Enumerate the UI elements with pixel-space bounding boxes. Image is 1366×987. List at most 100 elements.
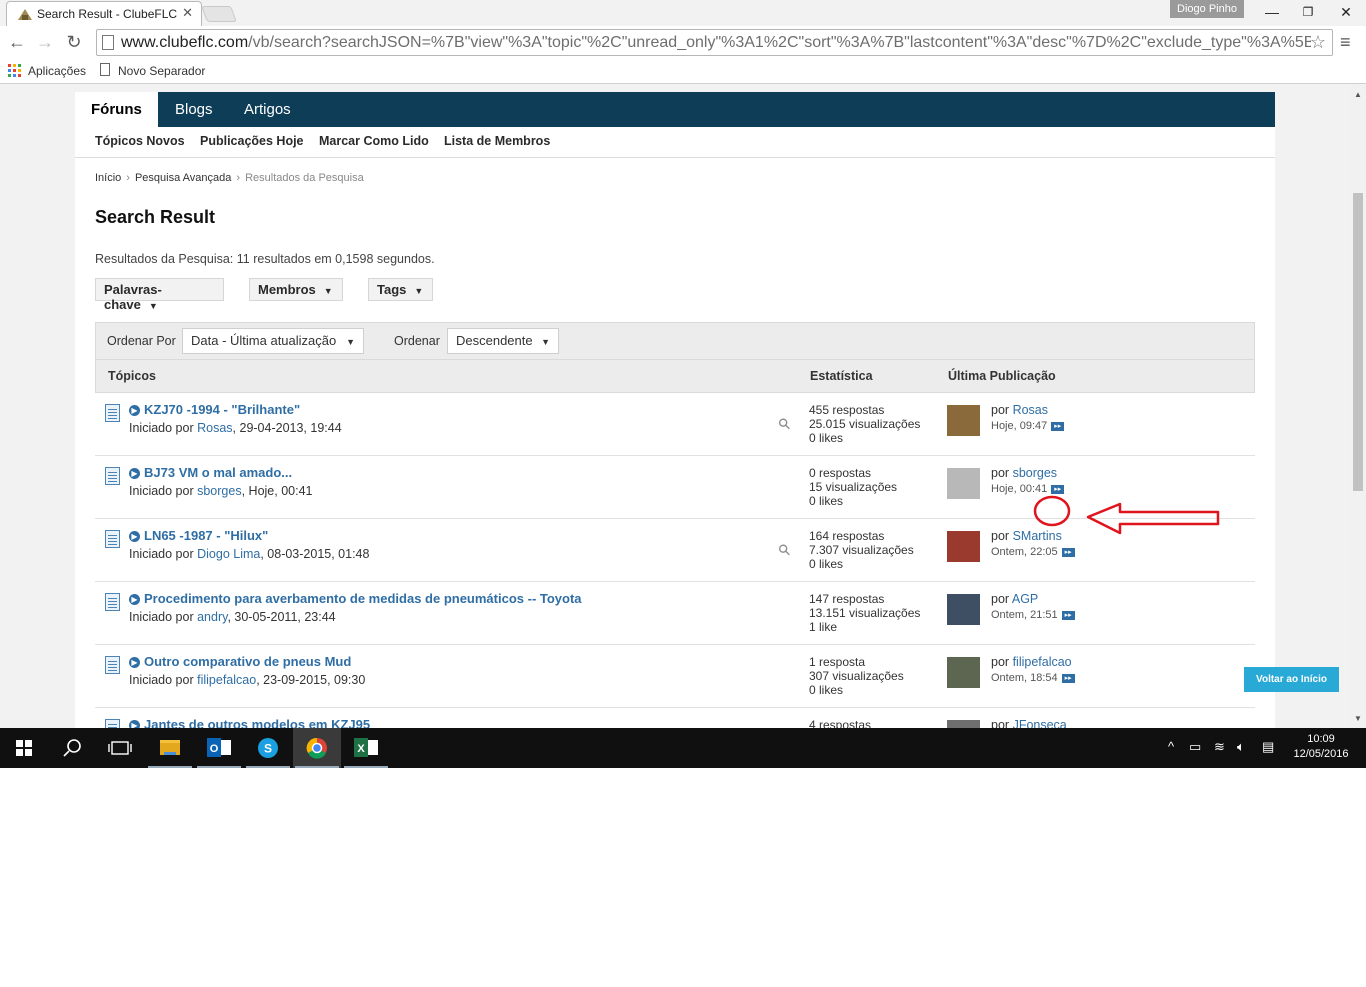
scroll-up-icon[interactable]: ▲ <box>1354 90 1362 99</box>
volume-icon[interactable]: 🔈︎ <box>1237 739 1245 755</box>
subnav-lista-membros[interactable]: Lista de Membros <box>444 134 550 148</box>
topic-author-link[interactable]: andry <box>197 610 227 624</box>
tab-foruns[interactable]: Fóruns <box>75 92 158 127</box>
topic-title-link[interactable]: Jantes de outros modelos em KZJ95 <box>144 717 370 728</box>
page-scrollbar[interactable]: ▲ ▼ <box>1350 85 1366 728</box>
subnav-publicacoes-hoje[interactable]: Publicações Hoje <box>200 134 304 148</box>
avatar[interactable] <box>947 468 980 499</box>
scroll-down-icon[interactable]: ▼ <box>1354 714 1362 723</box>
col-topicos: Tópicos <box>108 369 156 383</box>
topic-row: ▶ Outro comparativo de pneus Mud Iniciado … <box>95 645 1255 708</box>
topic-author-link[interactable]: Rosas <box>197 421 232 435</box>
avatar[interactable] <box>947 405 980 436</box>
topic-author-link[interactable]: filipefalcao <box>197 673 256 687</box>
breadcrumb-pesquisa-avancada[interactable]: Pesquisa Avançada <box>135 172 231 184</box>
chrome-menu-icon[interactable]: ≡ <box>1340 32 1351 53</box>
filter-palavras-chave[interactable]: Palavras-chave ▼ <box>95 278 224 312</box>
system-clock[interactable]: 10:09 12/05/2016 <box>1286 732 1356 762</box>
go-to-first-unread-icon[interactable]: ▶ <box>129 720 140 728</box>
sort-bar: Ordenar Por Data - Última atualização ▼ O… <box>95 322 1255 360</box>
notifications-icon[interactable]: ▤ <box>1262 739 1274 755</box>
topic-document-icon <box>105 467 120 485</box>
filter-membros[interactable]: Membros ▼ <box>249 278 343 301</box>
topic-title-link[interactable]: Procedimento para averbamento de medidas… <box>144 591 582 606</box>
subnav-topicos-novos[interactable]: Tópicos Novos <box>95 134 185 148</box>
back-arrow-icon[interactable]: ← <box>6 31 28 53</box>
browser-tab-active[interactable]: Search Result - ClubeFLC ✕ <box>6 1 202 26</box>
scrollbar-thumb[interactable] <box>1353 193 1363 491</box>
topic-title-link[interactable]: BJ73 VM o mal amado... <box>144 465 292 480</box>
restore-icon[interactable]: ❐ <box>1292 2 1324 22</box>
back-to-top-button[interactable]: Voltar ao Início <box>1244 667 1339 692</box>
forum-page: Fóruns Blogs Artigos Tópicos Novos Publi… <box>75 92 1275 728</box>
excel-icon[interactable]: X <box>342 728 390 768</box>
forward-arrow-icon[interactable]: → <box>34 31 56 53</box>
minimize-icon[interactable]: — <box>1256 2 1288 22</box>
subnav-marcar-como-lido[interactable]: Marcar Como Lido <box>319 134 429 148</box>
topic-author-link[interactable]: Diogo Lima <box>197 547 260 561</box>
last-post-user-link[interactable]: AGP <box>1012 592 1038 606</box>
avatar[interactable] <box>947 531 980 562</box>
topic-document-icon <box>105 656 120 674</box>
bookmark-apps[interactable]: Aplicações <box>28 64 86 78</box>
go-to-last-post-icon[interactable]: ▸▸ <box>1051 421 1065 431</box>
order-select[interactable]: Descendente ▼ <box>447 328 559 354</box>
go-to-first-unread-icon[interactable]: ▶ <box>129 405 140 416</box>
show-hidden-icons-icon[interactable]: ^ <box>1168 739 1174 754</box>
breadcrumb-inicio[interactable]: Início <box>95 172 121 184</box>
last-post-user-link[interactable]: filipefalcao <box>1013 655 1072 669</box>
tab-blogs[interactable]: Blogs <box>175 92 213 127</box>
wifi-icon[interactable]: ≋ <box>1214 739 1225 755</box>
sort-by-select[interactable]: Data - Última atualização ▼ <box>182 328 364 354</box>
search-icon[interactable] <box>48 728 96 768</box>
topic-start-date: , 29-04-2013, 19:44 <box>232 421 342 435</box>
outlook-icon[interactable]: O <box>195 728 243 768</box>
go-to-last-post-icon[interactable]: ▸▸ <box>1061 610 1075 620</box>
go-to-first-unread-icon[interactable]: ▶ <box>129 531 140 542</box>
last-post-user-link[interactable]: JFonseca <box>1013 718 1067 728</box>
reload-icon[interactable]: ↻ <box>63 31 85 53</box>
topic-start-date: , 08-03-2015, 01:48 <box>260 547 370 561</box>
go-to-first-unread-icon[interactable]: ▶ <box>129 468 140 479</box>
last-post-user-link[interactable]: sborges <box>1013 466 1057 480</box>
skype-icon[interactable]: S <box>244 728 292 768</box>
bookmark-new-tab[interactable]: Novo Separador <box>118 64 205 78</box>
go-to-last-post-icon[interactable]: ▸▸ <box>1061 673 1075 683</box>
windows-start-icon[interactable] <box>0 728 48 768</box>
topic-title-link[interactable]: Outro comparativo de pneus Mud <box>144 654 351 669</box>
avatar[interactable] <box>947 657 980 688</box>
go-to-first-unread-icon[interactable]: ▶ <box>129 594 140 605</box>
filter-label: Membros <box>258 282 316 297</box>
clock-date: 12/05/2016 <box>1293 748 1349 760</box>
avatar[interactable] <box>947 720 980 728</box>
profile-button[interactable]: Diogo Pinho <box>1170 0 1244 18</box>
last-post-by-label: por <box>991 466 1010 480</box>
bookmark-star-icon[interactable]: ☆ <box>1310 32 1326 53</box>
last-post-user-link[interactable]: Rosas <box>1013 403 1048 417</box>
tab-close-icon[interactable]: ✕ <box>182 5 193 21</box>
go-to-first-unread-icon[interactable]: ▶ <box>129 657 140 668</box>
window-close-icon[interactable]: ✕ <box>1330 2 1362 22</box>
apps-grid-icon[interactable] <box>8 64 21 77</box>
topic-row: ▶ KZJ70 -1994 - "Brilhante" Iniciado por R… <box>95 393 1255 456</box>
topic-stats: 164 respostas 7.307 visualizações 0 likes <box>809 529 914 571</box>
replies-count: 1 resposta <box>809 655 866 669</box>
battery-icon[interactable]: ▭ <box>1189 739 1201 755</box>
chrome-icon[interactable] <box>293 728 341 768</box>
new-tab-button[interactable] <box>201 6 237 22</box>
tab-artigos[interactable]: Artigos <box>244 92 291 127</box>
filter-tags[interactable]: Tags ▼ <box>368 278 433 301</box>
go-to-last-post-icon[interactable]: ▸▸ <box>1061 547 1075 557</box>
topic-title-link[interactable]: KZJ70 -1994 - "Brilhante" <box>144 402 300 417</box>
task-view-icon[interactable] <box>96 728 144 768</box>
avatar[interactable] <box>947 594 980 625</box>
file-explorer-icon[interactable] <box>146 728 194 768</box>
topic-title-link[interactable]: LN65 -1987 - "Hilux" <box>144 528 268 543</box>
caret-down-icon: ▼ <box>148 301 158 311</box>
address-url[interactable]: www.clubeflc.com/vb/search?searchJSON=%7… <box>121 34 1311 52</box>
running-indicator <box>295 766 339 768</box>
caret-down-icon: ▼ <box>414 286 424 296</box>
address-bar[interactable]: www.clubeflc.com/vb/search?searchJSON=%7… <box>96 29 1333 56</box>
last-post-by-label: por <box>991 529 1010 543</box>
topic-author-link[interactable]: sborges <box>197 484 241 498</box>
